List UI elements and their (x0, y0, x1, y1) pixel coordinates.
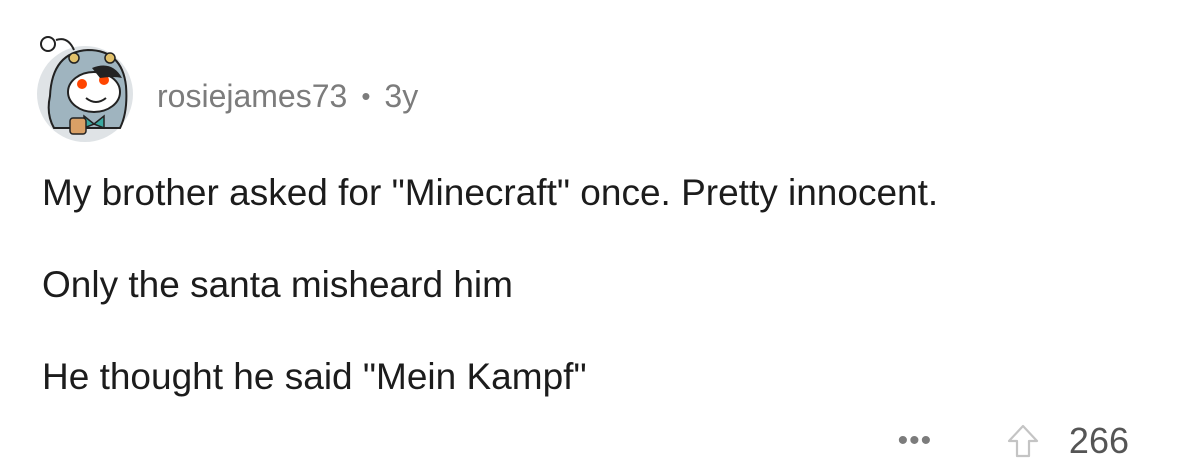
comment-age: 3y (384, 77, 419, 114)
user-avatar[interactable] (34, 28, 136, 144)
upvote-button[interactable] (1003, 421, 1043, 461)
meta-separator: • (361, 80, 371, 111)
comment-header: rosiejames73 • 3y (157, 74, 418, 118)
username-link[interactable]: rosiejames73 (157, 78, 347, 115)
comment-body-line-2: Only the santa misheard him (42, 264, 513, 305)
comment-body-line-3: He thought he said "Mein Kampf" (42, 356, 587, 397)
more-options-icon: ••• (897, 424, 933, 457)
comment-actions: ••• 266 (885, 418, 1129, 464)
comment-body-line-1: My brother asked for "Minecraft" once. P… (42, 172, 939, 213)
comment: rosiejames73 • 3y My brother asked for "… (0, 0, 1179, 470)
more-options-button[interactable]: ••• (885, 421, 945, 461)
upvote-arrow-icon (1007, 424, 1039, 458)
vote-score: 266 (1068, 420, 1129, 461)
snoo-avatar-icon (37, 36, 133, 142)
